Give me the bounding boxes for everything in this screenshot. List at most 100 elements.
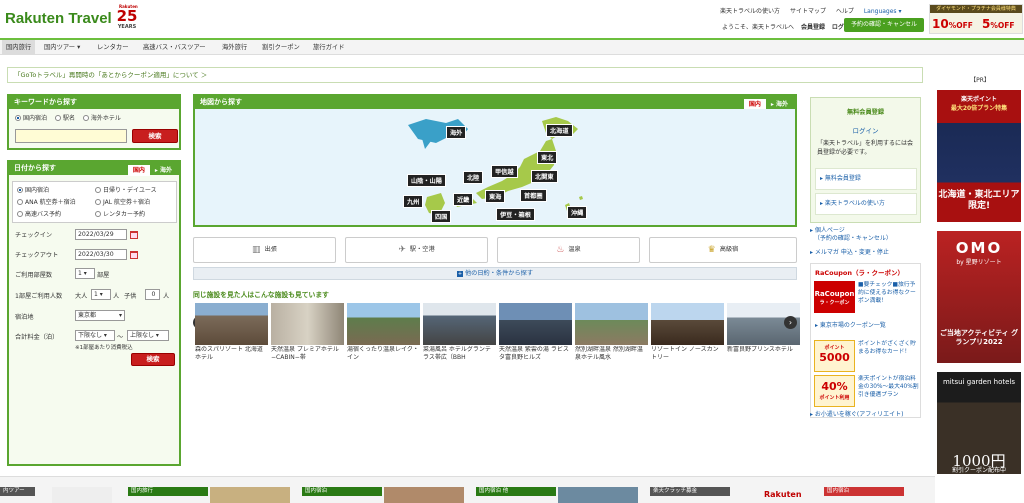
bottom-tag-domestic[interactable]: 国内旅行 [128,487,208,496]
price-min-select[interactable]: 下限なし ▾ [75,330,115,341]
adult-select[interactable]: 1 ▾ [91,289,111,300]
personal-page-link[interactable]: ▸ 個人ページ （予約の確認・キャンセル） [810,227,892,243]
hotel-card[interactable]: 天然温泉 プレミアホテル−CABIN−帯 [271,303,344,362]
nav-rentacar[interactable]: レンタカー [97,40,128,55]
points-40-text[interactable]: 楽天ポイントが宿泊料金の30%〜最大40%割引き優遇プラン [858,375,920,399]
region-kinki[interactable]: 近畿 [453,193,474,206]
languages-dropdown[interactable]: Languages ▾ [864,8,902,15]
category-business-button[interactable]: ▥ 出張 [193,237,336,263]
howto-link[interactable]: 楽天トラベルの使い方 [720,8,780,15]
member-login-link[interactable]: ログイン [811,125,920,135]
checkin-input[interactable]: 2022/03/29 [75,229,127,240]
type-domestic[interactable]: 国内宿泊 [17,185,49,194]
mailmag-link[interactable]: ▸ メルマガ 申込・変更・停止 [810,249,889,257]
nav-domestic[interactable]: 国内旅行 [2,40,36,55]
category-station-button[interactable]: ✈ 駅・空港 [345,237,488,263]
promo-banner[interactable]: ダイヤモンド・プラチナ会員様特典 10%OFF 5%OFF [929,4,1023,34]
goto-notice-link[interactable]: 「GoToトラベル」再開時の「あとからクーポン適用」について ＞ [7,67,923,83]
region-hokkaido[interactable]: 北海道 [546,124,573,137]
help-link[interactable]: ヘルプ [836,8,854,15]
free-register-link[interactable]: ▸ 無料会員登録 [815,168,917,190]
kw-radio-station[interactable]: 駅名 [54,115,75,122]
card-points-text[interactable]: ポイントがざくざく貯まるお得なカード！ [858,340,920,356]
region-hokuriku[interactable]: 北陸 [463,171,484,184]
rooms-select[interactable]: 1 ▾ [75,268,95,279]
keyword-search-button[interactable]: 検索 [132,129,178,143]
ad-hokkaido[interactable]: 楽天ポイント 最大20倍プラン特集 北海道・東北エリア限定! [937,90,1021,222]
region-shikoku[interactable]: 四国 [431,210,452,223]
plus-icon: + [456,271,463,277]
checkout-calendar-icon[interactable] [130,251,138,259]
bottom-tag-clutch[interactable]: 楽天クラッチ募金 [650,487,730,496]
region-tokai[interactable]: 東海 [485,190,506,203]
carousel-next-arrow[interactable]: › [784,316,797,329]
nav-coupon[interactable]: 割引クーポン [262,40,300,55]
bottom-banner-image[interactable] [558,487,638,503]
hotel-card[interactable]: 森のスパリゾート 北海道ホテル [195,303,268,362]
hotel-card[interactable]: 菜湯風呂 ホテルグランテラス帯広（BBH [423,303,496,362]
nav-guide[interactable]: 旅行ガイド [313,40,344,55]
card-points-banner[interactable]: ポイント 5000 [814,340,855,372]
region-kitakanto[interactable]: 北関東 [531,170,558,183]
nav-bus[interactable]: 高速バス・バスツアー [143,40,206,55]
category-onsen-button[interactable]: ♨ 温泉 [497,237,640,263]
keyword-input[interactable] [15,129,127,143]
hotel-card[interactable]: 新富良野プリンスホテル [727,303,800,362]
region-sanin-sanyo[interactable]: 山陰・山陽 [407,174,446,187]
japan-map: 海外 北海道 東北 甲信越 北関東 山陰・山陽 北陸 東海 首都圏 九州 近畿 … [195,109,795,225]
region-shutoken[interactable]: 首都圏 [520,189,547,202]
bottom-tag-tour[interactable]: 内ツアー [0,487,35,496]
howto-use-link[interactable]: ▸ 楽天トラベルの使い方 [815,193,917,215]
type-ana[interactable]: ANA 航空券＋宿泊 [17,197,76,206]
bottom-banner-image[interactable] [210,487,290,503]
reservation-check-button[interactable]: 予約の確認・キャンセル [844,18,924,32]
points-40-banner[interactable]: 40% ポイント利用 [814,375,855,407]
bottom-rakuten-logo[interactable]: Rakuten [764,487,808,503]
promo-10: 10 [932,17,949,31]
type-jal[interactable]: JAL 航空券＋宿泊 [95,197,150,206]
checkout-label: チェックアウト [15,252,59,259]
bottom-tag-stay2[interactable]: 国内宿泊 [824,487,904,496]
hotel-card[interactable]: 湯宿くったり温泉レイク・イン [347,303,420,362]
region-izu-hakone[interactable]: 伊豆・箱根 [496,208,535,221]
region-kyushu[interactable]: 九州 [403,195,424,208]
affiliate-link[interactable]: ▸ お小遣いを稼ぐ(アフィリエイト) [810,411,903,419]
date-search-button[interactable]: 検索 [131,353,175,366]
bottom-tag-stay[interactable]: 国内宿泊 [302,487,382,496]
main-nav: 国内旅行 国内ツアー ▾ レンタカー 高速バス・バスツアー 海外旅行 割引クーポ… [0,38,1024,55]
ad-mitsui-garden[interactable]: mitsui garden hotels 1000円 割引クーポン配布中 [937,372,1021,474]
hotel-card[interactable]: 天然温泉 紫雲の湯 ラビスタ富良野ヒルズ [499,303,572,362]
region-okinawa[interactable]: 沖縄 [567,206,588,219]
price-max-select[interactable]: 上限なし ▾ [127,330,169,341]
sitemap-link[interactable]: サイトマップ [790,8,826,15]
area-select[interactable]: 東京都 ▾ [75,310,125,321]
bottom-tag-stay-other[interactable]: 国内宿泊 他 [476,487,556,496]
nav-overseas[interactable]: 海外旅行 [222,40,247,55]
more-conditions-link[interactable]: + 他の日約・条件から探す [193,267,797,280]
bottom-banner-image[interactable] [384,487,464,503]
tab-overseas[interactable]: ▸ 海外 [150,165,177,176]
tab-domestic[interactable]: 国内 [127,165,150,176]
region-koshinetsu[interactable]: 甲信越 [491,165,518,178]
racoupon-logo[interactable]: RaCoupon ラ・クーポン [814,281,855,313]
hotel-card[interactable]: リゾートイン ノースカントリー [651,303,724,362]
region-overseas[interactable]: 海外 [446,126,467,139]
category-luxury-button[interactable]: ♛ 高級宿 [649,237,797,263]
kw-radio-overseas[interactable]: 海外ホテル [82,115,121,122]
child-input[interactable]: 0 [145,289,160,300]
city-coupon-list-link[interactable]: ▸ 東京市場のクーポン一覧 [815,322,886,330]
racoupon-text[interactable]: ■要チェック■旅行予約に使えるお得なクーポン満載！ [858,281,920,305]
type-rentacar[interactable]: レンタカー予約 [95,209,145,218]
kw-radio-domestic[interactable]: 国内宿泊 [15,115,47,122]
rakuten-travel-logo[interactable]: Rakuten Travel [5,10,112,27]
member-register-link[interactable]: 会員登録 [801,24,825,31]
type-bus[interactable]: 高速バス予約 [17,209,61,218]
checkin-calendar-icon[interactable] [130,231,138,239]
ad-omo[interactable]: OMO by 星野リゾート ご当地アクティビティ グランプリ2022 [937,231,1021,363]
checkout-input[interactable]: 2022/03/30 [75,249,127,260]
nav-domestic-tour[interactable]: 国内ツアー ▾ [44,40,80,55]
hotel-card[interactable]: 然別湖畔温泉 然別湖畔温泉ホテル風水 [575,303,648,362]
type-dayuse[interactable]: 日帰り・デイユース [95,185,157,194]
bottom-banner-image[interactable] [52,487,112,503]
region-tohoku[interactable]: 東北 [537,151,558,164]
